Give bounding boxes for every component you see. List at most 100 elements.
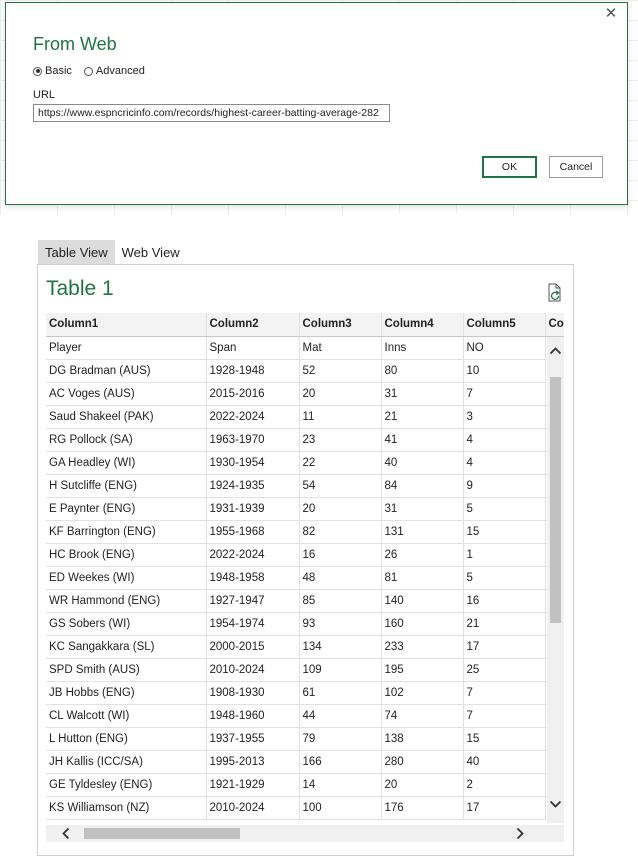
from-web-dialog: ✕ From Web Basic Advanced URL https://ww… xyxy=(5,2,628,205)
chevron-left-icon[interactable] xyxy=(58,825,74,842)
radio-basic[interactable]: Basic xyxy=(33,65,72,77)
column-header[interactable]: Column3 xyxy=(299,313,382,337)
chevron-up-icon[interactable] xyxy=(547,343,564,359)
table-row: H Sutcliffe (ENG) 1924-1935 54 84 9 xyxy=(46,474,564,498)
table-cell: 9 xyxy=(463,474,546,498)
table-cell: 40 xyxy=(381,451,464,475)
table-cell: 15 xyxy=(463,520,546,544)
table-cell: 2010-2024 xyxy=(206,658,300,682)
table-row: Saud Shakeel (PAK) 2022-2024 11 21 3 xyxy=(46,405,564,429)
table-row: Player Span Mat Inns NO xyxy=(46,336,564,360)
radio-advanced-label: Advanced xyxy=(95,65,145,77)
column-header[interactable]: Column4 xyxy=(381,313,464,337)
table-row: SPD Smith (AUS) 2010-2024 109 195 25 xyxy=(46,658,564,682)
table-cell: 82 xyxy=(299,520,382,544)
table-cell: 48 xyxy=(299,566,382,590)
table-cell: 3 xyxy=(463,405,546,429)
table-cell: 11 xyxy=(299,405,382,429)
table-cell: 1 xyxy=(463,543,546,567)
table-cell: 1955-1968 xyxy=(206,520,300,544)
table-cell: 40 xyxy=(463,750,546,774)
table-cell: GS Sobers (WI) xyxy=(46,612,207,636)
horizontal-scroll-thumb[interactable] xyxy=(84,828,240,839)
table-cell: 20 xyxy=(381,773,464,797)
radio-advanced-indicator[interactable] xyxy=(83,66,93,76)
table-row: KF Barrington (ENG) 1955-1968 82 131 15 xyxy=(46,520,564,544)
table-cell: 21 xyxy=(463,612,546,636)
table-cell: 22 xyxy=(299,451,382,475)
table-cell: 233 xyxy=(381,635,464,659)
tab-table-view[interactable]: Table View xyxy=(38,240,115,265)
table-cell: Player xyxy=(46,336,207,360)
horizontal-scrollbar[interactable] xyxy=(46,825,564,842)
chevron-right-icon[interactable] xyxy=(512,825,528,842)
table-cell: WR Hammond (ENG) xyxy=(46,589,207,613)
table-cell: 2022-2024 xyxy=(206,543,300,567)
table-cell: 17 xyxy=(463,635,546,659)
table-cell: 1963-1970 xyxy=(206,428,300,452)
table-cell: AC Voges (AUS) xyxy=(46,382,207,406)
table-row: AC Voges (AUS) 2015-2016 20 31 7 xyxy=(46,382,564,406)
table-cell: 1931-1939 xyxy=(206,497,300,521)
column-header[interactable]: Column5 xyxy=(463,313,546,337)
table-cell: 1927-1947 xyxy=(206,589,300,613)
table-cell: 138 xyxy=(381,727,464,751)
table-cell: 4 xyxy=(463,451,546,475)
ok-button[interactable]: OK xyxy=(482,156,537,178)
url-input[interactable]: https://www.espncricinfo.com/records/hig… xyxy=(33,104,390,122)
table-cell: 140 xyxy=(381,589,464,613)
table-cell: 280 xyxy=(381,750,464,774)
table-cell: 134 xyxy=(299,635,382,659)
table-cell: 102 xyxy=(381,681,464,705)
table-cell: Saud Shakeel (PAK) xyxy=(46,405,207,429)
table-header-row: Column1Column2Column3Column4Column5Col xyxy=(46,313,564,337)
table-cell: 84 xyxy=(381,474,464,498)
close-icon[interactable]: ✕ xyxy=(604,6,618,21)
vertical-scrollbar[interactable] xyxy=(547,337,564,823)
table-cell: JB Hobbs (ENG) xyxy=(46,681,207,705)
table-cell: 21 xyxy=(381,405,464,429)
column-header[interactable]: Column1 xyxy=(46,313,207,337)
tab-web-view[interactable]: Web View xyxy=(115,240,187,265)
table-cell: 80 xyxy=(381,359,464,383)
vertical-scroll-thumb[interactable] xyxy=(550,377,561,623)
table-cell: 1995-2013 xyxy=(206,750,300,774)
table-cell: 61 xyxy=(299,681,382,705)
table-cell: 31 xyxy=(381,497,464,521)
radio-basic-indicator[interactable] xyxy=(33,66,42,76)
table-cell: Mat xyxy=(299,336,382,360)
table-cell: RG Pollock (SA) xyxy=(46,428,207,452)
table-cell: 7 xyxy=(463,704,546,728)
cancel-button[interactable]: Cancel xyxy=(549,156,603,178)
table-row: DG Bradman (AUS) 1928-1948 52 80 10 xyxy=(46,359,564,383)
table-cell: 20 xyxy=(299,382,382,406)
table-cell: GA Headley (WI) xyxy=(46,451,207,475)
table-cell: 160 xyxy=(381,612,464,636)
table-cell: 16 xyxy=(299,543,382,567)
table-cell: 17 xyxy=(463,796,546,820)
table-row: WR Hammond (ENG) 1927-1947 85 140 16 xyxy=(46,589,564,613)
preview-tabs: Table View Web View xyxy=(38,240,187,265)
table-cell: 31 xyxy=(381,382,464,406)
table-cell: 2000-2015 xyxy=(206,635,300,659)
dialog-title: From Web xyxy=(33,34,117,54)
table-row: ED Weekes (WI) 1948-1958 48 81 5 xyxy=(46,566,564,590)
refresh-icon[interactable] xyxy=(546,283,564,303)
table-cell: DG Bradman (AUS) xyxy=(46,359,207,383)
table-cell: 25 xyxy=(463,658,546,682)
radio-basic-label: Basic xyxy=(45,65,72,77)
mode-radio-group: Basic Advanced xyxy=(33,65,145,77)
table-row: E Paynter (ENG) 1931-1939 20 31 5 xyxy=(46,497,564,521)
table-cell: 14 xyxy=(299,773,382,797)
column-header[interactable]: Col xyxy=(545,313,564,337)
table-cell: E Paynter (ENG) xyxy=(46,497,207,521)
chevron-down-icon[interactable] xyxy=(547,796,564,812)
table-cell: KS Williamson (NZ) xyxy=(46,796,207,820)
column-header[interactable]: Column2 xyxy=(206,313,300,337)
table-row: JB Hobbs (ENG) 1908-1930 61 102 7 xyxy=(46,681,564,705)
table-cell: NO xyxy=(463,336,546,360)
table-cell: 10 xyxy=(463,359,546,383)
radio-advanced[interactable]: Advanced xyxy=(83,65,145,77)
table-cell: 20 xyxy=(299,497,382,521)
url-label: URL xyxy=(33,89,56,101)
